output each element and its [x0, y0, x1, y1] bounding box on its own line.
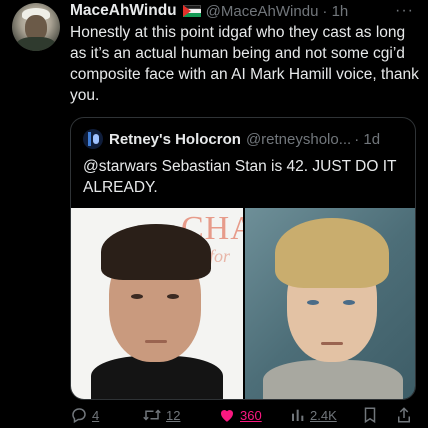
reply-icon [72, 408, 86, 424]
left-person-eye [131, 294, 143, 299]
bookmark-button[interactable] [362, 404, 378, 426]
retweet-button[interactable]: 12 [142, 404, 180, 426]
more-options-icon[interactable]: ··· [395, 2, 414, 20]
quoted-tweet-media[interactable]: CHA for [71, 208, 415, 399]
views-icon [292, 409, 304, 421]
author-name[interactable]: MaceAhWindu [70, 2, 177, 20]
action-bar: 4 12 360 2.4K [70, 404, 416, 426]
quoted-tweet[interactable]: Retney's Holocron @retneysholo... · 1d @… [70, 117, 416, 400]
left-person-turtleneck [91, 356, 223, 399]
right-person-hair [275, 218, 389, 288]
retweet-count: 12 [166, 407, 181, 423]
right-person-mouth [321, 342, 343, 345]
tweet-header: MaceAhWindu @MaceAhWindu · 1h [70, 1, 348, 21]
like-count: 360 [240, 407, 262, 423]
quoted-tweet-time: · 1d [354, 130, 381, 148]
flag-icon [182, 5, 201, 17]
retweet-icon [143, 409, 161, 421]
author-handle[interactable]: @MaceAhWindu [206, 3, 319, 20]
photo-right[interactable] [245, 208, 415, 399]
photo-left[interactable]: CHA for [71, 208, 243, 399]
right-person-eye [307, 300, 319, 305]
right-person-eye [343, 300, 355, 305]
photo-backdrop-text-italic: for [209, 246, 231, 266]
quoted-author-handle: @retneysholo... [245, 130, 352, 148]
avatar-body [16, 37, 56, 51]
reply-button[interactable]: 4 [70, 404, 99, 426]
quoted-tweet-text: @starwars Sebastian Stan is 42. JUST DO … [83, 158, 397, 196]
heart-icon [220, 409, 234, 422]
tweet-time[interactable]: · 1h [322, 3, 348, 20]
left-person-mouth [145, 340, 167, 343]
left-person-eye [167, 294, 179, 299]
avatar[interactable] [12, 3, 60, 51]
share-button[interactable] [396, 404, 412, 426]
quoted-author-avatar [83, 129, 103, 149]
quoted-tweet-header: Retney's Holocron @retneysholo... · 1d [83, 128, 380, 150]
right-person-shirt [263, 360, 403, 399]
reply-count: 4 [92, 407, 100, 423]
tweet-text: Honestly at this point idgaf who they ca… [70, 24, 419, 104]
share-icon [398, 407, 410, 423]
views-count: 2.4K [310, 407, 337, 423]
views-button[interactable]: 2.4K [290, 404, 337, 426]
quoted-author-name: Retney's Holocron [109, 130, 241, 148]
left-person-hair [101, 224, 211, 280]
like-button[interactable]: 360 [218, 404, 262, 426]
bookmark-icon [364, 407, 376, 424]
